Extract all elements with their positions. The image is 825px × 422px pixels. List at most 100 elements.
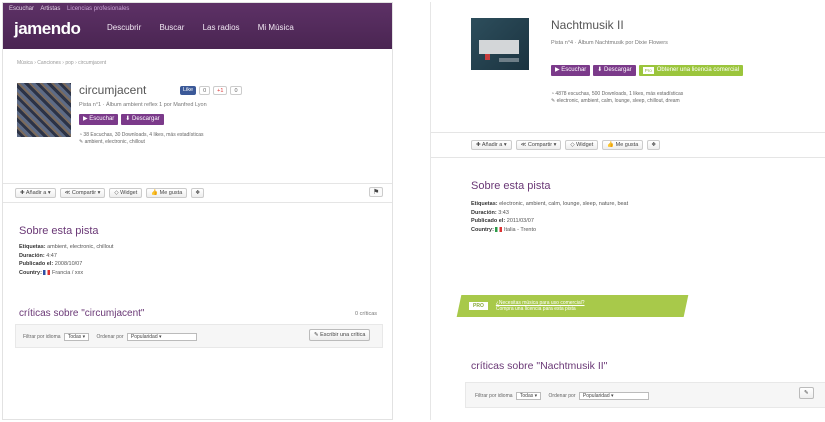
about-heading: Sobre esta pista [19, 225, 99, 237]
review-filters: Filtrar por idioma Todas ▾ Ordenar por P… [475, 392, 655, 400]
tags-label: Etiquetas: [19, 244, 46, 250]
track-meta: Pista n°1 · Álbum ambient reflex 1 por M… [79, 102, 207, 108]
sort-label: Ordenar por [548, 393, 576, 399]
action-bar: ✚ Añadir a ▾ ≪ Compartir ▾ ◇ Widget 👍 Me… [3, 183, 392, 203]
nav-search[interactable]: Buscar [159, 23, 184, 32]
commercial-license-button[interactable]: Pro Obtener una licencia comercial [638, 65, 744, 76]
listen-label: Escuchar [89, 116, 115, 122]
more-button[interactable]: ❖ [647, 140, 661, 150]
widget-button[interactable]: ◇ Widget [109, 188, 143, 198]
published-value: 2011/03/07 [506, 218, 534, 224]
flag-button[interactable]: ⚑ [369, 187, 384, 197]
nav-discover[interactable]: Descubrir [107, 23, 141, 32]
filter-language-label: Filtrar por idioma [475, 393, 513, 399]
stats-line: 4878 escuchas, 500 Downloads, 1 likes, m… [555, 91, 684, 97]
filter-language-select[interactable]: Todas ▾ [63, 333, 90, 341]
sort-select[interactable]: Popularidad ▾ [578, 392, 649, 400]
pro-tag: Pro [642, 67, 654, 74]
more-button[interactable]: ❖ [191, 188, 205, 198]
filter-language-select[interactable]: Todas ▾ [515, 392, 542, 400]
share-label: Compartir ▾ [527, 142, 557, 148]
facebook-like-button[interactable]: Like [180, 86, 197, 95]
country-value: Italia - Trento [503, 226, 537, 233]
like-count: 0 [199, 86, 211, 95]
widget-button[interactable]: ◇ Widget [565, 140, 599, 150]
track-stats: ◔ 38 Escuchas, 30 Downloads, 4 likes, má… [79, 132, 203, 146]
published-label: Publicado el: [471, 218, 506, 224]
nav-radios[interactable]: Las radios [203, 23, 240, 32]
share-label: Compartir ▾ [71, 190, 101, 196]
album-cover[interactable] [471, 18, 529, 70]
left-screenshot: Escuchar Artistas Licencias profesionale… [2, 2, 393, 420]
published-value: 2008/10/07 [54, 261, 83, 267]
widget-label: Widget [120, 190, 138, 196]
cover-band [479, 40, 519, 54]
tags-label: Etiquetas: [471, 201, 498, 207]
review-filters: Filtrar por idioma Todas ▾ Ordenar por P… [23, 333, 203, 341]
cover-bar [499, 58, 519, 62]
add-to-button[interactable]: ✚ Añadir a ▾ [15, 188, 56, 198]
top-header: Escuchar Artistas Licencias profesionale… [3, 3, 392, 49]
listen-button[interactable]: ▶ Escuchar [551, 65, 591, 76]
social-buttons: Like 0 +1 0 [180, 86, 242, 95]
add-to-label: Añadir a ▾ [481, 142, 507, 148]
track-buttons: ▶ Escuchar ⬇ Descargar [79, 114, 164, 125]
write-review-button[interactable]: ✎ Escribir una crítica [309, 329, 371, 341]
share-button[interactable]: ≪ Compartir ▾ [59, 188, 106, 198]
promo-text: ¿Necesitas música para uso comercial? Co… [496, 300, 585, 312]
listen-button[interactable]: ▶ Escuchar [79, 114, 119, 125]
jamendo-logo[interactable]: jamendo [14, 19, 81, 39]
like-button[interactable]: 👍 Me gusta [146, 188, 188, 198]
download-button[interactable]: ⬇ Descargar [121, 114, 164, 125]
sort-select[interactable]: Popularidad ▾ [126, 333, 197, 341]
duration-label: Duración: [19, 252, 45, 259]
action-bar: ✚ Añadir a ▾ ≪ Compartir ▾ ◇ Widget 👍 Me… [431, 132, 825, 158]
track-title: Nachtmusik II [551, 18, 624, 32]
album-cover[interactable] [17, 83, 71, 137]
widget-label: Widget [576, 142, 594, 148]
country-label: Country: [471, 226, 494, 233]
country-label: Country: [19, 269, 42, 276]
right-screenshot: Nachtmusik II Pista n°4 · Álbum Nachtmus… [430, 2, 825, 420]
share-button[interactable]: ≪ Compartir ▾ [515, 140, 562, 150]
download-label: Descargar [604, 67, 632, 73]
stats-line: 38 Escuchas, 30 Downloads, 4 likes, más … [83, 132, 204, 138]
country-value: Francia / xxx [51, 269, 84, 276]
breadcrumb[interactable]: Música › Canciones › pop › circumjacent [17, 60, 106, 66]
promo-banner[interactable]: PRO ¿Necesitas música para uso comercial… [469, 295, 585, 317]
about-heading: Sobre esta pista [471, 180, 551, 192]
tags-value[interactable]: electronic, ambient, calm, lounge, sleep… [499, 201, 628, 207]
france-flag-icon [43, 269, 51, 275]
track-meta: Pista n°4 · Álbum Nachtmusik por Dixie F… [551, 40, 668, 46]
like-label: Me gusta [615, 142, 639, 148]
track-stats: ◔ 4878 escuchas, 500 Downloads, 1 likes,… [551, 91, 683, 105]
toplink-licenses[interactable]: Licencias profesionales [67, 6, 129, 12]
download-button[interactable]: ⬇ Descargar [593, 65, 636, 76]
write-review-button[interactable]: ✎ [799, 387, 814, 399]
top-links: Escuchar Artistas Licencias profesionale… [9, 6, 134, 12]
tags-value[interactable]: ambient, electronic, chillout [47, 244, 113, 250]
track-buttons: ▶ Escuchar ⬇ Descargar Pro Obtener una li… [551, 65, 744, 76]
like-label: Me gusta [159, 190, 183, 196]
add-to-label: Añadir a ▾ [25, 190, 51, 196]
tags-line: electronic, ambient, calm, lounge, sleep… [556, 98, 680, 104]
duration-label: Duración: [471, 209, 497, 216]
toplink-listen[interactable]: Escuchar [9, 6, 34, 12]
commercial-license-label: Obtener una licencia comercial [656, 67, 740, 73]
like-button[interactable]: 👍 Me gusta [602, 140, 644, 150]
plus-count: 0 [230, 86, 242, 95]
google-plus-button[interactable]: +1 [213, 86, 228, 95]
reviews-heading: críticas sobre "circumjacent" [19, 308, 145, 319]
nav-my-music[interactable]: Mi Música [258, 23, 294, 32]
tags-line: ambient, electronic, chillout [84, 139, 145, 145]
write-review-label: Escribir una crítica [320, 332, 366, 338]
toplink-artists[interactable]: Artistas [40, 6, 60, 12]
promo-line-2: Compra una licencia para esta pista [495, 306, 576, 312]
reviews-count: 0 críticas [355, 311, 378, 317]
reviews-heading: críticas sobre "Nachtmusik II" [471, 360, 608, 372]
published-label: Publicado el: [19, 261, 54, 267]
add-to-button[interactable]: ✚ Añadir a ▾ [471, 140, 512, 150]
promo-tag: PRO [469, 302, 488, 310]
download-label: Descargar [132, 116, 160, 122]
sort-label: Ordenar por [96, 334, 124, 340]
